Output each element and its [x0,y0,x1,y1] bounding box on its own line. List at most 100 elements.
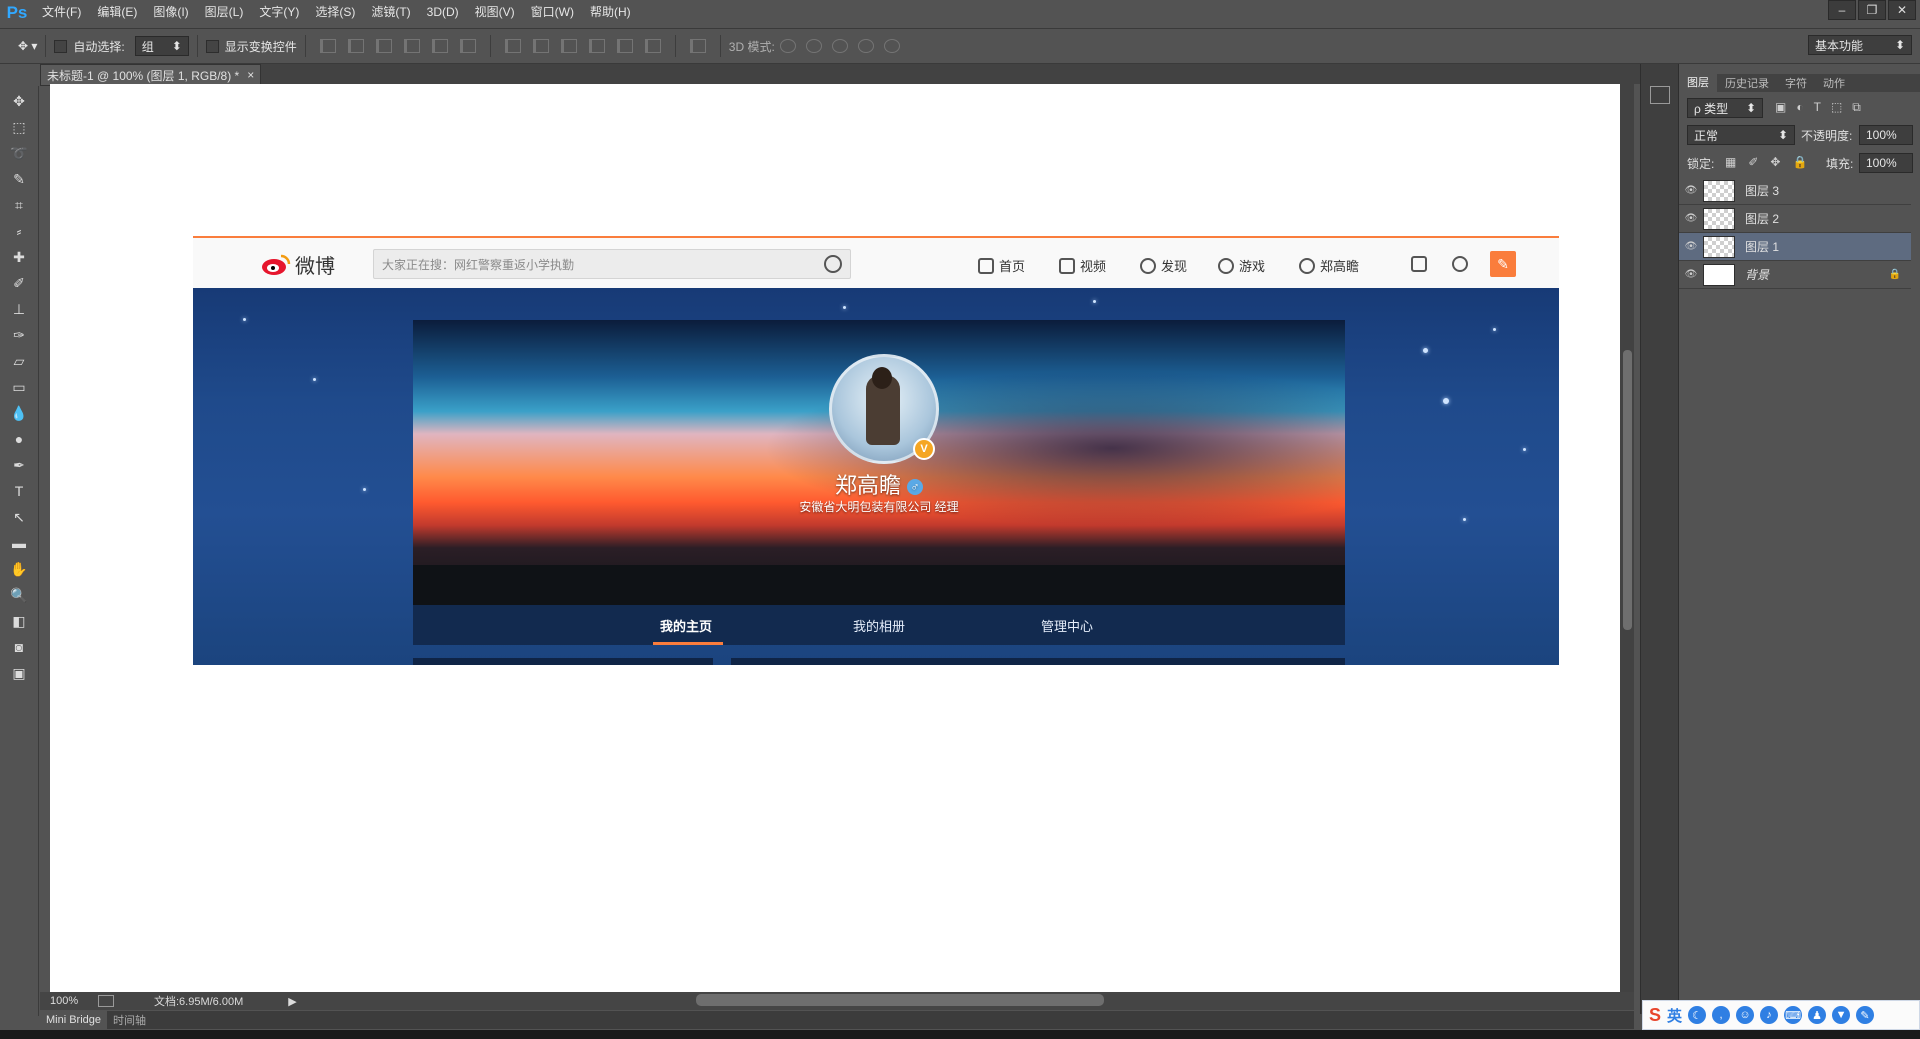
tab-timeline[interactable]: 时间轴 [107,1012,152,1028]
layer-row[interactable]: 👁 图层 2 [1679,205,1911,233]
sogou-logo[interactable]: S [1649,1005,1661,1026]
auto-select-dropdown[interactable]: 组 ⬍ [134,36,189,56]
healing-brush-tool-icon[interactable]: ✚ [8,246,30,268]
keyboard-icon[interactable]: ⌨ [1784,1006,1803,1024]
color-swatches-icon[interactable]: ◧ [8,610,30,632]
pixel-filter-icon[interactable]: ▣ [1775,100,1786,115]
weibo-nav-home[interactable]: 首页 [978,256,1025,275]
tab-layers[interactable]: 图层 [1679,74,1717,92]
status-menu-arrow-icon[interactable]: ▶ [288,995,296,1008]
opacity-field[interactable]: 100% [1859,125,1913,145]
status-info-icon[interactable] [98,995,114,1007]
shirt-icon[interactable]: ▼ [1832,1006,1851,1024]
menu-select[interactable]: 选择(S) [307,0,363,25]
layer-name[interactable]: 图层 1 [1745,238,1779,255]
weibo-nav-profile[interactable]: 郑高瞻 [1299,256,1359,275]
menu-view[interactable]: 视图(V) [467,0,523,25]
layer-row-background[interactable]: 👁 背景 🔒 [1679,261,1911,289]
menu-layer[interactable]: 图层(L) [197,0,252,25]
blur-tool-icon[interactable]: 💧 [8,402,30,424]
visibility-eye-icon[interactable]: 👁 [1679,185,1703,196]
3d-rotate-icon[interactable] [779,39,796,53]
type-filter-icon[interactable]: T [1814,100,1821,115]
punctuation-icon[interactable]: , [1712,1006,1731,1024]
emoji-icon[interactable]: ☺ [1736,1006,1755,1024]
shape-filter-icon[interactable]: ⬚ [1831,100,1842,115]
menu-type[interactable]: 文字(Y) [251,0,307,25]
tab-manage-center[interactable]: 管理中心 [1041,616,1093,635]
moon-icon[interactable]: ☾ [1688,1006,1707,1024]
vertical-scroll-thumb[interactable] [1623,350,1632,630]
pen-tool-icon[interactable]: ✒ [8,454,30,476]
tab-mini-bridge[interactable]: Mini Bridge [40,1011,108,1029]
quick-select-tool-icon[interactable]: ✎ [8,168,30,190]
eyedropper-tool-icon[interactable]: ⸗ [8,220,30,242]
menu-help[interactable]: 帮助(H) [582,0,639,25]
tab-my-album[interactable]: 我的相册 [853,616,905,635]
workspace-dropdown[interactable]: 基本功能 ⬍ [1808,35,1912,55]
menu-3d[interactable]: 3D(D) [419,0,467,25]
distribute-hcenter-icon[interactable] [616,39,633,53]
horizontal-scroll-thumb[interactable] [696,994,1104,1006]
distribute-bottom-icon[interactable] [560,39,577,53]
tab-history[interactable]: 历史记录 [1717,75,1777,91]
3d-pan-icon[interactable] [831,39,848,53]
ime-language[interactable]: 英 [1667,1005,1682,1026]
menu-image[interactable]: 图像(I) [145,0,196,25]
3d-scale-icon[interactable] [883,39,900,53]
gradient-tool-icon[interactable]: ▭ [8,376,30,398]
weibo-search-box[interactable]: 大家正在搜：网红警察重返小学执勤 [373,249,851,279]
distribute-right-icon[interactable] [644,39,661,53]
close-button[interactable]: ✕ [1888,0,1916,20]
align-top-icon[interactable] [319,39,336,53]
quick-mask-icon[interactable]: ◙ [8,636,30,658]
restore-button[interactable]: ❐ [1858,0,1886,20]
weibo-nav-games[interactable]: 游戏 [1218,256,1265,275]
visibility-eye-icon[interactable]: 👁 [1679,269,1703,280]
3d-slide-icon[interactable] [857,39,874,53]
show-transform-option[interactable]: 显示变换控件 [205,38,297,55]
move-tool-icon[interactable]: ✥ ▾ [18,39,37,53]
distribute-top-icon[interactable] [504,39,521,53]
align-right-icon[interactable] [459,39,476,53]
document-tab[interactable]: 未标题-1 @ 100% (图层 1, RGB/8) * × [40,64,262,86]
visibility-eye-icon[interactable]: 👁 [1679,213,1703,224]
screen-mode-icon[interactable]: ▣ [8,662,30,684]
menu-file[interactable]: 文件(F) [34,0,89,25]
align-left-icon[interactable] [403,39,420,53]
minimize-button[interactable]: – [1828,0,1856,20]
align-bottom-icon[interactable] [375,39,392,53]
auto-align-icon[interactable] [689,39,706,53]
distribute-vcenter-icon[interactable] [532,39,549,53]
dodge-tool-icon[interactable]: ● [8,428,30,450]
weibo-nav-video[interactable]: 视频 [1059,256,1106,275]
menu-edit[interactable]: 编辑(E) [89,0,145,25]
menu-window[interactable]: 窗口(W) [523,0,582,25]
type-tool-icon[interactable]: T [8,480,30,502]
distribute-left-icon[interactable] [588,39,605,53]
zoom-tool-icon[interactable]: 🔍 [8,584,30,606]
tab-my-home[interactable]: 我的主页 [660,616,712,635]
layer-row[interactable]: 👁 图层 3 [1679,177,1911,205]
zoom-level[interactable]: 100% [50,995,90,1007]
adjustment-filter-icon[interactable]: ◐ [1796,100,1803,115]
path-select-tool-icon[interactable]: ↖ [8,506,30,528]
move-tool-icon[interactable]: ✥ [8,90,30,112]
clone-stamp-tool-icon[interactable]: ⊥ [8,298,30,320]
align-vcenter-icon[interactable] [347,39,364,53]
hand-tool-icon[interactable]: ✋ [8,558,30,580]
fill-field[interactable]: 100% [1859,153,1913,173]
tab-actions[interactable]: 动作 [1815,75,1853,91]
align-hcenter-icon[interactable] [431,39,448,53]
settings-gear-icon[interactable] [1452,256,1468,272]
layer-name[interactable]: 背景 [1745,266,1769,283]
close-tab-icon[interactable]: × [247,68,254,82]
eraser-tool-icon[interactable]: ▱ [8,350,30,372]
3d-roll-icon[interactable] [805,39,822,53]
layer-filter-dropdown[interactable]: ρ 类型 ⬍ [1687,98,1763,118]
auto-select-option[interactable]: 自动选择: [54,38,125,55]
user-icon[interactable]: ♟ [1808,1006,1827,1024]
lock-all-icon[interactable]: 🔒 [1792,155,1807,169]
layer-row-selected[interactable]: 👁 图层 1 [1679,233,1911,261]
crop-tool-icon[interactable]: ⌗ [8,194,30,216]
